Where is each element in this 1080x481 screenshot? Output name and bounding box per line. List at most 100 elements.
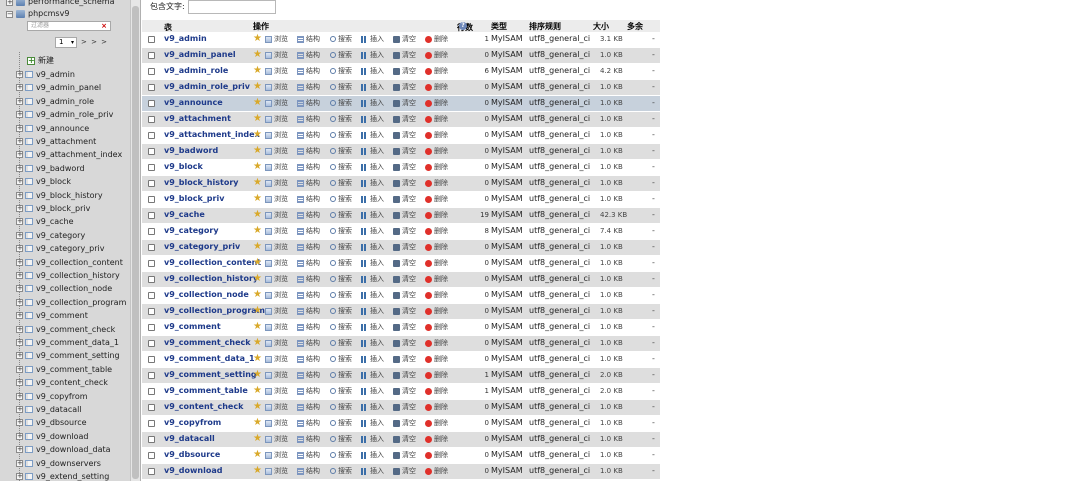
- sidebar-table-item[interactable]: + v9_download_data: [16, 443, 111, 456]
- insert-button[interactable]: 插入: [361, 82, 384, 92]
- structure-button[interactable]: 结构: [297, 194, 320, 204]
- insert-button[interactable]: 插入: [361, 322, 384, 332]
- table-row[interactable]: v9_admin_panel ★ 浏览 结构 搜索 插入 清空 删除 0 MyISAM utf8_g…: [142, 48, 660, 63]
- insert-button[interactable]: 插入: [361, 66, 384, 76]
- table-row[interactable]: v9_comment_check ★ 浏览 结构 搜索 插入 清空 删除 0 MyISAM utf8…: [142, 336, 660, 351]
- header-type[interactable]: 类型: [491, 21, 507, 32]
- table-name-link[interactable]: v9_badword: [164, 146, 218, 155]
- table-name-link[interactable]: v9_admin: [164, 34, 207, 43]
- drop-button[interactable]: 删除: [425, 258, 448, 268]
- expand-icon[interactable]: +: [16, 272, 23, 279]
- row-checkbox[interactable]: [148, 132, 155, 139]
- next-page-link[interactable]: > > >: [81, 38, 108, 46]
- sidebar-table-item[interactable]: + v9_admin_role_priv: [16, 108, 113, 121]
- expand-icon[interactable]: +: [16, 446, 23, 454]
- expand-icon[interactable]: +: [16, 178, 23, 186]
- new-table-link[interactable]: 新建: [27, 55, 54, 67]
- favorite-star-icon[interactable]: ★: [253, 400, 262, 414]
- drop-button[interactable]: 删除: [425, 290, 448, 300]
- table-name-link[interactable]: v9_copyfrom: [164, 418, 221, 427]
- row-checkbox[interactable]: [148, 292, 155, 299]
- search-button[interactable]: 搜索: [330, 386, 352, 396]
- row-checkbox[interactable]: [148, 436, 155, 443]
- favorite-star-icon[interactable]: ★: [253, 48, 262, 62]
- row-checkbox[interactable]: [148, 388, 155, 395]
- search-button[interactable]: 搜索: [330, 98, 352, 108]
- expand-icon[interactable]: +: [16, 97, 23, 105]
- empty-button[interactable]: 清空: [393, 466, 416, 476]
- structure-button[interactable]: 结构: [297, 322, 320, 332]
- browse-button[interactable]: 浏览: [265, 66, 288, 76]
- table-row[interactable]: v9_comment_data_1 ★ 浏览 结构 搜索 插入 清空 删除 0 MyISAM utf…: [142, 352, 660, 367]
- row-checkbox[interactable]: [148, 260, 155, 267]
- sidebar-table-item[interactable]: + v9_dbsource: [16, 416, 87, 429]
- structure-button[interactable]: 结构: [297, 450, 320, 460]
- drop-button[interactable]: 删除: [425, 418, 448, 428]
- sidebar-table-item[interactable]: + v9_collection_history: [16, 269, 120, 282]
- insert-button[interactable]: 插入: [361, 210, 384, 220]
- insert-button[interactable]: 插入: [361, 450, 384, 460]
- clear-filter-icon[interactable]: ×: [101, 22, 107, 30]
- favorite-star-icon[interactable]: ★: [253, 176, 262, 190]
- empty-button[interactable]: 清空: [393, 66, 416, 76]
- drop-button[interactable]: 删除: [425, 210, 448, 220]
- structure-button[interactable]: 结构: [297, 210, 320, 220]
- expand-icon[interactable]: +: [16, 231, 23, 239]
- structure-button[interactable]: 结构: [297, 130, 320, 140]
- empty-button[interactable]: 清空: [393, 210, 416, 220]
- table-row[interactable]: v9_admin ★ 浏览 结构 搜索 插入 清空 删除 1 MyISAM utf8_general…: [142, 32, 660, 47]
- expand-icon[interactable]: +: [16, 258, 23, 266]
- drop-button[interactable]: 删除: [425, 354, 448, 364]
- drop-button[interactable]: 删除: [425, 162, 448, 172]
- drop-button[interactable]: 删除: [425, 226, 448, 236]
- browse-button[interactable]: 浏览: [265, 290, 288, 300]
- insert-button[interactable]: 插入: [361, 242, 384, 252]
- empty-button[interactable]: 清空: [393, 434, 416, 444]
- browse-button[interactable]: 浏览: [265, 242, 288, 252]
- row-checkbox[interactable]: [148, 452, 155, 459]
- browse-button[interactable]: 浏览: [265, 354, 288, 364]
- sidebar-table-item[interactable]: + v9_cache: [16, 215, 74, 228]
- table-name-link[interactable]: v9_admin_panel: [164, 50, 236, 59]
- table-row[interactable]: v9_admin_role_priv ★ 浏览 结构 搜索 插入 清空 删除 0 MyISAM ut…: [142, 80, 660, 95]
- empty-button[interactable]: 清空: [393, 98, 416, 108]
- search-button[interactable]: 搜索: [330, 114, 352, 124]
- insert-button[interactable]: 插入: [361, 354, 384, 364]
- drop-button[interactable]: 删除: [425, 274, 448, 284]
- collapse-icon[interactable]: −: [6, 10, 13, 18]
- browse-button[interactable]: 浏览: [265, 146, 288, 156]
- table-row[interactable]: v9_block_priv ★ 浏览 结构 搜索 插入 清空 删除 0 MyISAM utf8_ge…: [142, 192, 660, 207]
- table-name-link[interactable]: v9_collection_content: [164, 258, 261, 267]
- header-collation[interactable]: 排序规则: [529, 21, 561, 32]
- expand-icon[interactable]: +: [16, 298, 23, 306]
- drop-button[interactable]: 删除: [425, 66, 448, 76]
- row-checkbox[interactable]: [148, 180, 155, 187]
- browse-button[interactable]: 浏览: [265, 386, 288, 396]
- favorite-star-icon[interactable]: ★: [253, 368, 262, 382]
- insert-button[interactable]: 插入: [361, 402, 384, 412]
- search-button[interactable]: 搜索: [330, 466, 352, 476]
- search-button[interactable]: 搜索: [330, 242, 352, 252]
- table-row[interactable]: v9_dbsource ★ 浏览 结构 搜索 插入 清空 删除 0 MyISAM utf8_gene…: [142, 448, 660, 463]
- expand-icon[interactable]: +: [16, 312, 23, 320]
- expand-icon[interactable]: +: [16, 406, 23, 413]
- drop-button[interactable]: 删除: [425, 466, 448, 476]
- insert-button[interactable]: 插入: [361, 130, 384, 140]
- sidebar-table-item[interactable]: + v9_download: [16, 430, 89, 443]
- structure-button[interactable]: 结构: [297, 402, 320, 412]
- table-row[interactable]: v9_comment_table ★ 浏览 结构 搜索 插入 清空 删除 1 MyISAM utf8…: [142, 384, 660, 399]
- table-name-link[interactable]: v9_block_history: [164, 178, 239, 187]
- expand-icon[interactable]: +: [16, 365, 23, 373]
- favorite-star-icon[interactable]: ★: [253, 336, 262, 350]
- expand-icon[interactable]: +: [16, 218, 23, 226]
- table-name-link[interactable]: v9_dbsource: [164, 450, 220, 459]
- table-row[interactable]: v9_content_check ★ 浏览 结构 搜索 插入 清空 删除 0 MyISAM utf8…: [142, 400, 660, 415]
- insert-button[interactable]: 插入: [361, 98, 384, 108]
- sidebar-table-item[interactable]: + v9_block: [16, 175, 71, 188]
- favorite-star-icon[interactable]: ★: [253, 384, 262, 398]
- favorite-star-icon[interactable]: ★: [253, 448, 262, 462]
- table-row[interactable]: v9_comment_setting ★ 浏览 结构 搜索 插入 清空 删除 1 MyISAM ut…: [142, 368, 660, 383]
- table-row[interactable]: v9_collection_node ★ 浏览 结构 搜索 插入 清空 删除 0 MyISAM ut…: [142, 288, 660, 303]
- browse-button[interactable]: 浏览: [265, 370, 288, 380]
- empty-button[interactable]: 清空: [393, 34, 416, 44]
